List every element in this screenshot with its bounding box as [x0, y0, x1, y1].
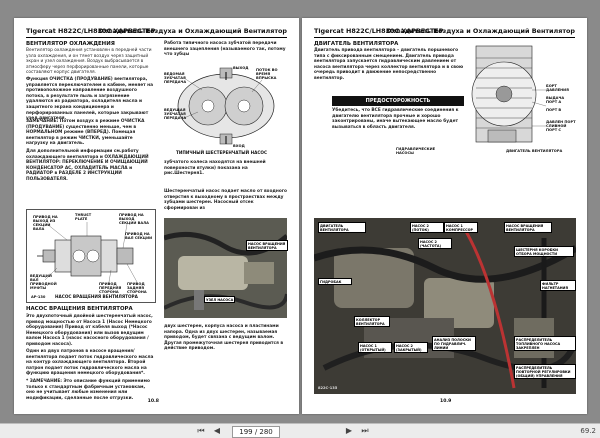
fan-pump-photo: НАСОС ВРАЩЕНИЯ ВЕНТИЛЯТОРА УЗЕЛ НАСОСА: [163, 218, 289, 318]
figure-label: БОРТ ДАВЛЕНИЯ: [546, 84, 569, 92]
paragraph: Вентилятор охлаждения установлен в перед…: [26, 48, 152, 76]
paragraph: Это двухпоточный двойной шестеренчатый н…: [26, 314, 153, 347]
figure-caption: ГИДРАВЛИЧЕСКИЕ НАСОСЫ: [396, 147, 436, 155]
figure-caption: НАСОС ВРАЩЕНИЯ ВЕНТИЛЯТОРА: [55, 294, 138, 299]
figure-label: ВЕДОМАЯ ЗУБЧАТАЯ ПЕРЕДАЧА: [164, 72, 187, 84]
figure-label: THRUST PLATE: [75, 213, 92, 221]
section-heading-fan-motor: ДВИГАТЕЛЬ ВЕНТИЛЯТОРА: [314, 41, 399, 47]
figure-label: ПОТОК ВО ВРЕМЯ ВПРЫСКА: [256, 68, 278, 80]
figure-caption: ТИПИЧНЫЙ ШЕСТЕРЕНЧАТЫЙ НАСОС: [176, 150, 268, 155]
figure-label: ПРИВОД НА ВАЛ СЕКЦИИ: [125, 232, 153, 240]
figure-label: ВЫХОД: [233, 66, 249, 70]
pump-arrangement-photo: ДВИГАТЕЛЬ ВЕНТИЛЯТОРА НАСОС 2 (ПОТОК) НА…: [312, 218, 579, 394]
figure-label: ПРИВОД НА ВЫХОД СЕКЦИИ ВАЛА: [119, 213, 149, 225]
figure-label: НАСОС 2 (ЧАСТОТА): [418, 238, 452, 249]
note-paragraph: ЗАМЕЧАНИЕ: Потом воздух в режиме ОЧИСТКА…: [26, 119, 145, 147]
document-page-right: Tigercat H822C/LH830C ХАРВЕСТЕР Охладите…: [302, 18, 587, 414]
figure-label: НАСОС 2 (ЗАКРЫТЫЙ): [394, 342, 428, 353]
page-header: Tigercat H822C/LH830C ХАРВЕСТЕР Охладите…: [26, 26, 287, 38]
figure-label: ВЫДАЧА ПОРТ А: [546, 96, 565, 104]
caution-banner: ПРЕДОСТОРОЖНОСТЬ: [332, 96, 464, 106]
page-header: Tigercat H822C/LH830C ХАРВЕСТЕР Охладите…: [314, 26, 575, 38]
header-title: Охладитель Воздуха и Охлаждающий Вентиля…: [98, 27, 287, 35]
header-title: Охладитель Воздуха и Охлаждающий Вентиля…: [386, 27, 575, 35]
figure-label: НАСОС 1 КОМПРЕССОР: [444, 222, 478, 233]
page-number: 10.9: [440, 399, 452, 404]
note-paragraph: * ЗАМЕЧАНИЕ: Это описание функций примен…: [26, 379, 150, 401]
figure-label: ВХОД: [233, 144, 245, 148]
figure-label: ФИЛЬТР НАГНЕТАНИЯ: [540, 280, 576, 291]
figure-label: ГИДРОБАК: [318, 278, 352, 285]
figure-label: ДАВЛЕН ПОРТ СЛИВНОЙ ПОРТ С: [546, 120, 576, 132]
gear-pump-figure: ВЕДОМАЯ ЗУБЧАТАЯ ПЕРЕДАЧА ВЕДУЩАЯ ЗУБЧАТ…: [164, 60, 287, 156]
first-page-button[interactable]: ⏮: [196, 424, 206, 438]
figure-label: ПРИВОД ЗАДНЯЯ СТОРОНА: [127, 282, 147, 294]
figure-label: УЗЕЛ НАСОСА: [204, 296, 236, 303]
paragraph: Функция ОЧИСТКА (ПРОДУВАНИЕ) вентилятора…: [26, 77, 153, 122]
previous-page-button[interactable]: ◀: [212, 424, 222, 438]
figure-label: НАСОС 1 (ОТКРЫТЫЙ): [358, 342, 392, 353]
figure-code: AP-130: [31, 295, 46, 299]
figure-label: РАСПРЕДЕЛИТЕЛЬ ПОВТОРНОЙ РЕГУЛИРОВКИ (ОБ…: [514, 364, 576, 379]
page-number: 10.8: [147, 399, 159, 404]
paragraph: двух шестерен, корпуса насоса и пластина…: [164, 324, 284, 352]
figure-label: КОЛЛЕКТОР ВЕНТИЛЯТОРА: [354, 316, 390, 327]
zoom-level[interactable]: 69.2: [580, 424, 596, 438]
figure-label: НАСОС 2 (ПОТОК): [410, 222, 444, 233]
fan-motor-figure: БОРТ ДАВЛЕНИЯ ВЫДАЧА ПОРТ А ПОРТ В ДАВЛЕ…: [466, 38, 576, 148]
caution-text: Убедитесь, что ВСЕ гидравлические соедин…: [332, 108, 459, 130]
figure-caption: ДВИГАТЕЛЬ ВЕНТИЛЯТОРА: [506, 149, 563, 153]
figure-label: НАСОС ВРАЩЕНИЯ ВЕНТИЛЯТОРА: [246, 240, 288, 251]
figure-label: ДВИГАТЕЛЬ ВЕНТИЛЯТОРА: [318, 222, 366, 233]
paragraph: Работа типичного насоса зубчатой передач…: [164, 41, 286, 58]
page-number-input[interactable]: 199 / 280: [232, 426, 280, 438]
document-page-left: Tigercat H822C/LH830C ХАРВЕСТЕР Охладите…: [14, 18, 299, 414]
figure-label: ПРИВОД НА ВЫХОД ИЗ СЕКЦИИ ВАЛА: [33, 215, 58, 231]
figure-label: АНАЛИЗ ПОЛОСКИ ПО ГИДРАВЛИЧ. ЛИНИИ: [432, 336, 476, 351]
figure-label: ПРИВОД ПЕРЕДНЯЯ СТОРОНА: [99, 282, 122, 294]
figure-code: 822C-135: [318, 386, 338, 390]
section-heading-cooling-fan: ВЕНТИЛЯТОР ОХЛАЖДЕНИЯ: [26, 41, 115, 47]
figure-label: ПОРТ В: [546, 108, 562, 112]
fan-pump-figure: ПРИВОД НА ВЫХОД ИЗ СЕКЦИИ ВАЛА THRUST PL…: [26, 209, 156, 303]
figure-label: ВЕДУЩАЯ ЗУБЧАТАЯ ПЕРЕДАЧА: [164, 108, 187, 120]
paragraph: Двигатель привода вентилятора – двигател…: [314, 48, 464, 81]
viewer-toolbar: ⏮ ◀ 199 / 280 ▶ ⏭ 69.2: [0, 423, 600, 438]
figure-label: ВЕДУЩИЙ ВАЛ ПРИВОДНОЙ МУФТЫ: [30, 274, 57, 290]
figure-label: ШЕСТЕРНЯ КОРОБКИ ОТБОРА МОЩНОСТИ: [514, 246, 574, 257]
section-heading-fan-pump: НАСОС ВРАЩЕНИЯ ВЕНТИЛЯТОРА: [26, 306, 133, 312]
next-page-button[interactable]: ▶: [344, 424, 354, 438]
last-page-button[interactable]: ⏭: [360, 424, 370, 438]
figure-label: РАСПРЕДЕЛИТЕЛЬ ТОПЛИВНОГО НАСОСА ЗАКРЕПЛ…: [514, 336, 576, 351]
pump-photo-drawing: [163, 218, 289, 318]
paragraph: зубчатого колеса находятся на внешней по…: [164, 160, 266, 177]
figure-label: НАСОС ВРАЩЕНИЯ ВЕНТИЛЯТОРА: [504, 222, 552, 233]
paragraph: Шестеренчатый насос подает масло от вход…: [164, 189, 287, 211]
paragraph: Один из двух патронов в насосе вращения/…: [26, 349, 154, 377]
paragraph: Для дополнительной информации см.работу …: [26, 149, 149, 182]
